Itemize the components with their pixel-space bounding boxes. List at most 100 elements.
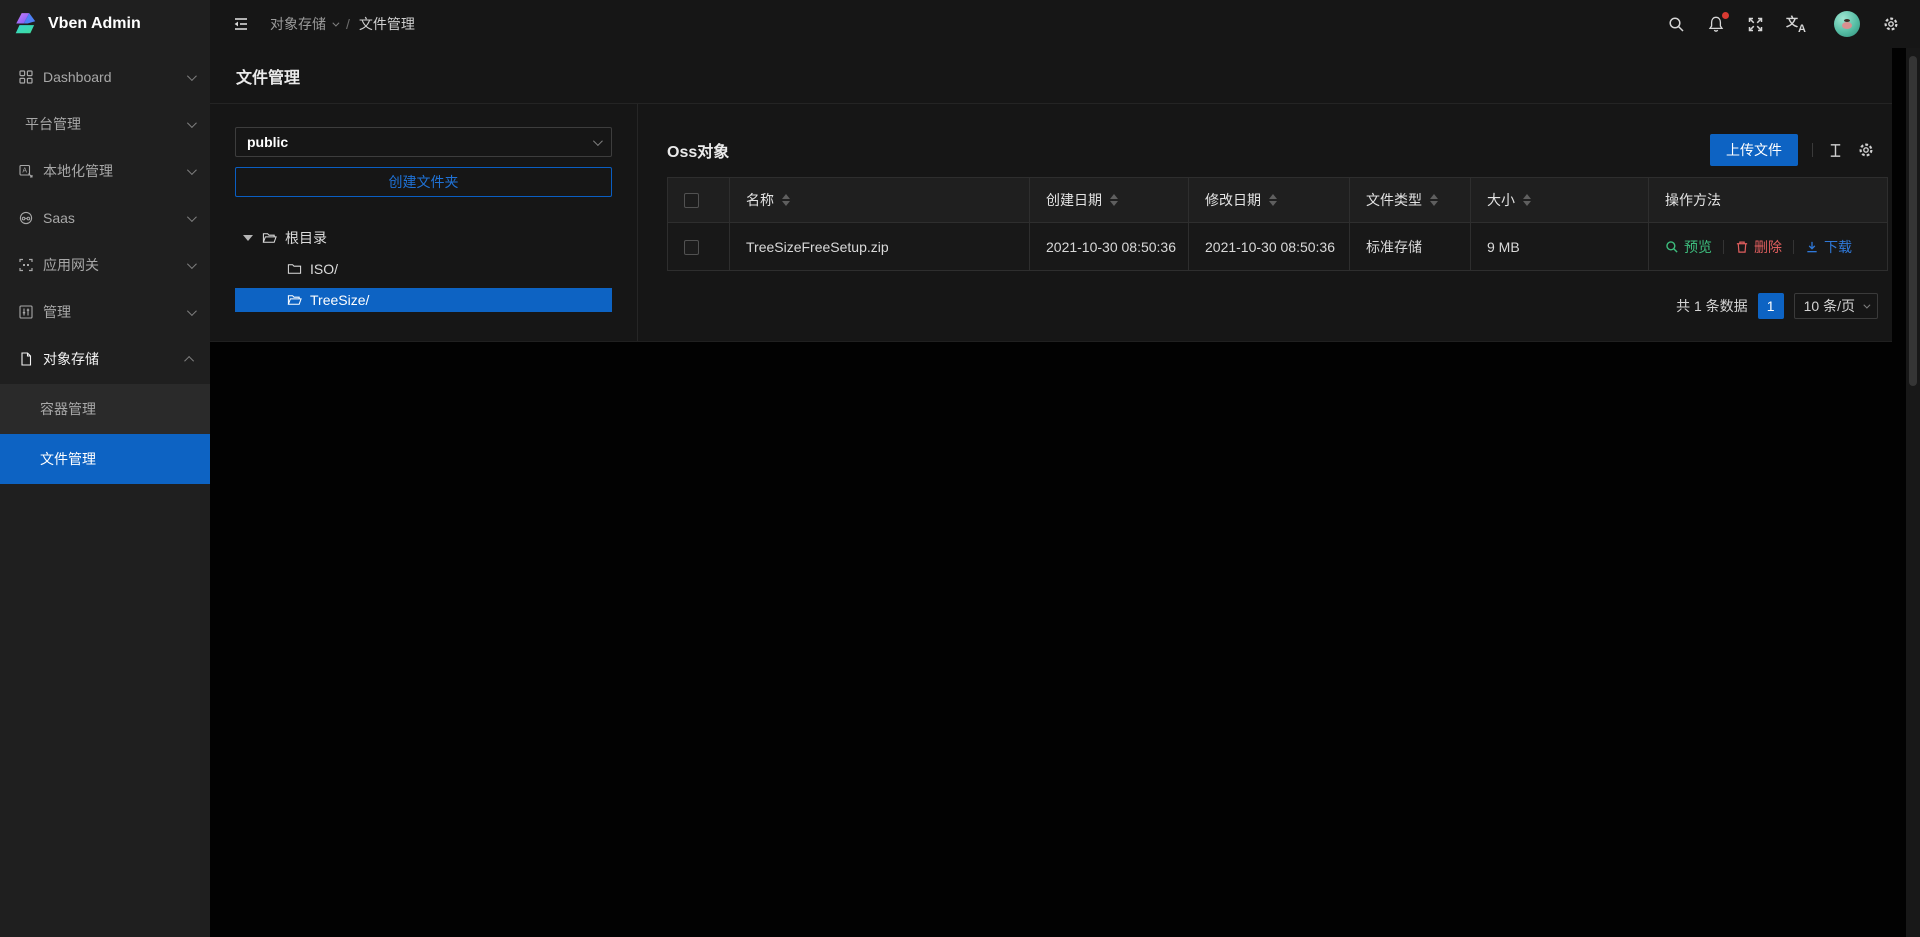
folder-tree: 根目录 ISO/ TreeSize/ [235, 226, 612, 312]
panel-title: Oss对象 [667, 138, 729, 162]
column-header-size[interactable]: 大小 [1471, 178, 1649, 223]
sidebar: Vben Admin Dashboard 平台管理 A 本地化管理 [0, 0, 210, 937]
sidebar-item-management[interactable]: 管理 [0, 290, 210, 334]
saas-icon [19, 211, 33, 225]
user-avatar[interactable] [1834, 11, 1860, 37]
search-icon[interactable] [1668, 16, 1685, 33]
sort-icon[interactable] [1430, 194, 1438, 206]
sidebar-item-localization[interactable]: A 本地化管理 [0, 149, 210, 193]
main-menu: Dashboard 平台管理 A 本地化管理 Saas [0, 48, 210, 484]
column-header-type[interactable]: 文件类型 [1350, 178, 1471, 223]
breadcrumb-section[interactable]: 对象存储 [270, 14, 337, 34]
magnifier-icon [1665, 240, 1679, 254]
cell-modified: 2021-10-30 08:50:36 [1189, 223, 1350, 271]
sort-icon[interactable] [782, 194, 790, 206]
table-header-row: 名称 创建日期 修改日期 文件类型 [668, 178, 1888, 223]
fullscreen-icon[interactable] [1747, 16, 1764, 33]
tree-node-label: TreeSize/ [310, 292, 369, 308]
page-title-bar: 文件管理 [210, 48, 1892, 104]
vertical-scrollbar [1906, 48, 1920, 937]
column-header-created[interactable]: 创建日期 [1030, 178, 1189, 223]
chevron-down-icon [187, 306, 197, 316]
download-icon [1805, 240, 1819, 254]
translate-icon[interactable]: 文 A [1786, 15, 1806, 33]
oss-table: 名称 创建日期 修改日期 文件类型 [667, 177, 1888, 271]
column-header-operations: 操作方法 [1649, 178, 1888, 223]
folder-icon [287, 262, 302, 276]
sidebar-item-label: 文件管理 [40, 449, 96, 469]
pagination-page-1[interactable]: 1 [1758, 293, 1784, 319]
avatar-image [1842, 22, 1852, 29]
tree-node-treesize[interactable]: TreeSize/ [235, 288, 612, 312]
cell-created: 2021-10-30 08:50:36 [1030, 223, 1189, 271]
header-actions: 文 A [1668, 11, 1920, 37]
breadcrumb: 对象存储 / 文件管理 [270, 14, 415, 34]
cell-type: 标准存储 [1350, 223, 1471, 271]
chevron-down-icon [187, 118, 197, 128]
caret-down-icon[interactable] [243, 235, 253, 241]
logo[interactable]: Vben Admin [0, 0, 210, 48]
sidebar-item-file-management[interactable]: 文件管理 [0, 434, 210, 484]
action-divider [1723, 240, 1724, 254]
chevron-down-icon [187, 165, 197, 175]
chevron-down-icon [593, 136, 603, 146]
column-header-modified[interactable]: 修改日期 [1189, 178, 1350, 223]
app-title: Vben Admin [48, 15, 141, 33]
column-header-name[interactable]: 名称 [730, 178, 1030, 223]
manage-icon [19, 305, 33, 319]
oss-toolbar: Oss对象 上传文件 [667, 134, 1888, 166]
row-checkbox[interactable] [684, 240, 699, 255]
chevron-down-icon [332, 19, 339, 26]
tree-node-root[interactable]: 根目录 [235, 226, 612, 250]
breadcrumb-current: 文件管理 [359, 14, 415, 34]
cell-name: TreeSizeFreeSetup.zip [730, 223, 1030, 271]
preview-action[interactable]: 预览 [1665, 237, 1712, 257]
folder-open-icon [287, 293, 302, 307]
sidebar-item-dashboard[interactable]: Dashboard [0, 55, 210, 99]
download-action[interactable]: 下载 [1805, 237, 1852, 257]
sidebar-item-label: 容器管理 [40, 399, 96, 419]
row-checkbox-cell [668, 223, 730, 271]
sidebar-item-label: 对象存储 [43, 349, 187, 369]
action-divider [1793, 240, 1794, 254]
dashboard-icon [19, 70, 33, 84]
chevron-down-icon [187, 259, 197, 269]
settings-gear-icon[interactable] [1882, 15, 1900, 33]
chevron-down-icon [187, 212, 197, 222]
tree-node-iso[interactable]: ISO/ [235, 257, 612, 281]
sidebar-item-container-management[interactable]: 容器管理 [0, 384, 210, 434]
notification-bell-icon[interactable] [1707, 15, 1725, 33]
vben-logo-icon [13, 11, 39, 37]
tree-node-label: ISO/ [310, 261, 338, 277]
sidebar-item-saas[interactable]: Saas [0, 196, 210, 240]
column-settings-gear-icon[interactable] [1857, 141, 1875, 159]
sidebar-item-object-storage[interactable]: 对象存储 [0, 337, 210, 381]
sidebar-item-gateway[interactable]: 应用网关 [0, 243, 210, 287]
tree-node-label: 根目录 [285, 228, 327, 248]
upload-file-button[interactable]: 上传文件 [1710, 134, 1798, 166]
sort-icon[interactable] [1110, 194, 1118, 206]
gateway-icon [19, 258, 33, 272]
folder-panel: public 创建文件夹 根目录 ISO/ [210, 104, 638, 341]
scrollbar-thumb[interactable] [1909, 56, 1917, 386]
sidebar-item-label: 应用网关 [43, 255, 187, 275]
svg-text:A: A [22, 168, 27, 175]
create-folder-button[interactable]: 创建文件夹 [235, 167, 612, 197]
bucket-select-value: public [247, 134, 593, 150]
sidebar-item-label: 管理 [43, 302, 187, 322]
table-row: TreeSizeFreeSetup.zip 2021-10-30 08:50:3… [668, 223, 1888, 271]
oss-panel: Oss对象 上传文件 [638, 104, 1892, 341]
delete-action[interactable]: 删除 [1735, 237, 1782, 257]
page-title: 文件管理 [236, 64, 300, 88]
select-all-checkbox[interactable] [684, 193, 699, 208]
bucket-select[interactable]: public [235, 127, 612, 157]
localization-icon: A [19, 164, 33, 178]
menu-fold-icon[interactable] [232, 15, 250, 33]
sidebar-item-platform[interactable]: 平台管理 [0, 102, 210, 146]
select-all-header[interactable] [668, 178, 730, 223]
sidebar-item-label: Dashboard [43, 69, 187, 85]
sort-icon[interactable] [1269, 194, 1277, 206]
row-height-icon[interactable] [1827, 142, 1844, 159]
sort-icon[interactable] [1523, 194, 1531, 206]
page-size-select[interactable]: 10 条/页 [1794, 293, 1878, 319]
